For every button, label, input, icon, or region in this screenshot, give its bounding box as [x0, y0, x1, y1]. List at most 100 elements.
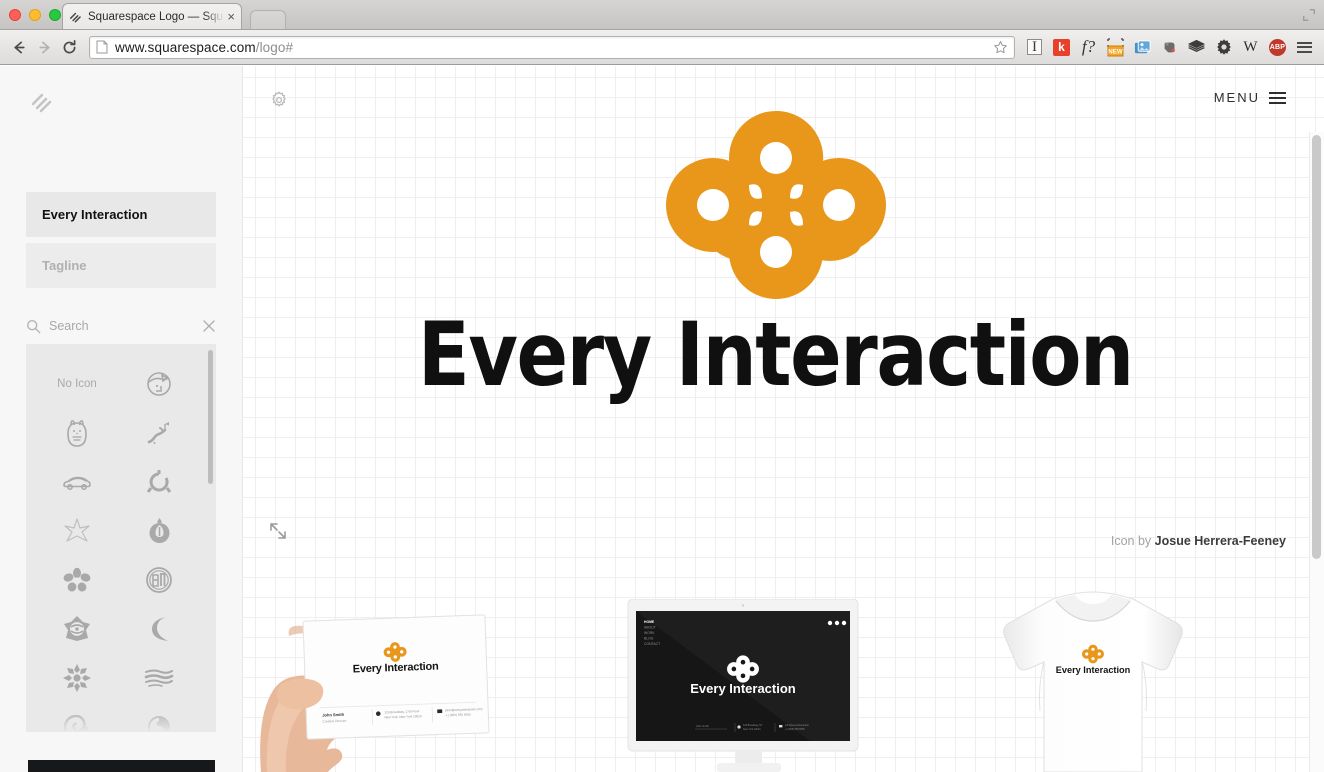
page-scrollbar-thumb[interactable] [1312, 135, 1321, 559]
four-ring-cluster-icon[interactable] [651, 111, 901, 299]
monitor-mockup[interactable]: HOME ABOUT WORK BLOG CONTACT Every Inter… [623, 598, 873, 772]
svg-text:123 Broadway, NY: 123 Broadway, NY [743, 724, 763, 727]
url-path: /logo# [255, 39, 294, 55]
no-icon-option[interactable]: No Icon [36, 370, 118, 397]
screen-nav-contact: CONTACT [644, 642, 660, 646]
clear-search-icon[interactable] [202, 319, 216, 333]
screenshot-camera-icon: NEW [1105, 37, 1126, 57]
fontface-ninja-extension-button[interactable]: f? [1076, 35, 1101, 60]
icon-option-flower-clover[interactable] [36, 566, 118, 593]
url-domain: www.squarespace.com [115, 39, 256, 55]
gear-icon [1216, 39, 1231, 55]
svg-text:john@everyinteraction: john@everyinteraction [784, 724, 809, 727]
icon-option-kanji-circle[interactable] [118, 566, 200, 593]
icon-option-totoro[interactable] [36, 419, 118, 447]
url-text: www.squarespace.com/logo# [115, 40, 293, 55]
icon-option-star-burst[interactable] [36, 517, 118, 544]
spiral-shell-icon [63, 714, 89, 732]
page-scrollbar-track[interactable] [1309, 132, 1324, 772]
mockup-row: Every Interaction John Smith Creative Di… [243, 589, 1308, 772]
credit-prefix: Icon by [1110, 534, 1152, 548]
menu-button[interactable]: MENU [1214, 90, 1286, 105]
screen-nav-home: HOME [644, 620, 655, 624]
browser-tab[interactable]: Squarespace Logo — Squa × [62, 3, 242, 29]
pocket-images-icon [1134, 39, 1151, 53]
instapaper-extension-button[interactable]: I [1022, 35, 1047, 60]
reload-button[interactable] [57, 35, 82, 60]
awesome-screenshot-extension-button[interactable]: NEW [1103, 35, 1128, 60]
logo-wordmark[interactable]: Every Interaction [418, 311, 1134, 399]
car-icon [63, 476, 91, 490]
logo-preview: Every Interaction [243, 111, 1308, 399]
restore-window-icon[interactable] [1302, 8, 1316, 22]
icon-option-roundabout[interactable] [118, 468, 200, 495]
save-logo-button[interactable]: SAVE LOGO [28, 760, 215, 772]
maximize-window-button[interactable] [49, 9, 61, 21]
icon-search-row: Search [26, 314, 216, 338]
icon-option-face[interactable] [118, 370, 200, 397]
flower-clover-icon [63, 567, 91, 592]
search-icon [26, 319, 41, 333]
adblock-plus-extension-button[interactable]: ABP [1265, 35, 1290, 60]
back-button[interactable] [7, 35, 32, 60]
close-tab-button[interactable]: × [227, 10, 235, 23]
waves-icon [144, 669, 174, 687]
page-document-icon [96, 40, 108, 54]
icon-option-crescent-moon[interactable] [118, 615, 200, 642]
tshirt-mockup[interactable]: Every Interaction [943, 591, 1243, 772]
icon-option-circle-swirl[interactable] [118, 713, 200, 732]
icon-option-spiral-shell[interactable] [36, 713, 118, 732]
buffer-layers-icon [1187, 39, 1206, 52]
svg-text:NEW: NEW [1108, 49, 1123, 56]
screen-nav-blog: BLOG [644, 637, 654, 641]
credit-author[interactable]: Josue Herrera-Feeney [1155, 534, 1286, 548]
no-icon-face-icon [147, 371, 171, 396]
no-icon-label: No Icon [57, 377, 97, 390]
tagline-input[interactable]: Tagline [26, 243, 216, 288]
svg-text:+1 (555) 555 5555: +1 (555) 555 5555 [785, 728, 805, 731]
icon-option-japan-map[interactable] [118, 419, 200, 446]
close-window-button[interactable] [9, 9, 21, 21]
address-bar[interactable]: www.squarespace.com/logo# [89, 35, 1015, 59]
new-tab-button[interactable] [250, 10, 286, 29]
icon-option-car[interactable] [36, 468, 118, 495]
chrome-menu-button[interactable] [1292, 35, 1317, 60]
tagline-placeholder: Tagline [42, 258, 87, 273]
evernote-extension-button[interactable] [1157, 35, 1182, 60]
totoro-icon [67, 419, 87, 447]
evernote-elephant-icon [1164, 42, 1175, 53]
card-contact-name: John Smith [322, 712, 344, 718]
icon-option-waves[interactable] [118, 664, 200, 691]
logo-name-value: Every Interaction [42, 207, 148, 222]
screen-nav-about: ABOUT [644, 626, 656, 630]
squarespace-favicon-icon [69, 12, 81, 22]
settings-extension-button[interactable] [1211, 35, 1236, 60]
canvas-settings-gear-icon[interactable] [269, 90, 289, 110]
business-card-mockup[interactable]: Every Interaction John Smith Creative Di… [253, 592, 613, 772]
icon-option-crest-emblem[interactable] [36, 615, 118, 642]
pocket-extension-button[interactable] [1130, 35, 1155, 60]
shirt-wordmark: Every Interaction [1056, 665, 1131, 675]
wikipedia-extension-button[interactable]: W [1238, 35, 1263, 60]
screen-nav-work: WORK [644, 631, 655, 635]
crescent-moon-icon [152, 616, 168, 641]
forward-button[interactable] [32, 35, 57, 60]
bookmark-star-icon[interactable] [993, 40, 1008, 55]
icon-credit: Icon by Josue Herrera-Feeney [1111, 534, 1286, 548]
search-input[interactable]: Search [49, 319, 202, 333]
extension-toolbar: I k f? NEW W ABP [1022, 35, 1317, 60]
screen-wordmark: Every Interaction [690, 681, 796, 696]
icon-option-tulip-crest[interactable] [118, 517, 200, 544]
buffer-extension-button[interactable] [1184, 35, 1209, 60]
svg-text:John Smith: John Smith [696, 724, 710, 728]
squarespace-logo-icon[interactable] [30, 89, 56, 115]
browser-window: Squarespace Logo — Squa × www.squarespac… [0, 0, 1324, 772]
minimize-window-button[interactable] [29, 9, 41, 21]
kippt-extension-button[interactable]: k [1049, 35, 1074, 60]
icon-grid-scrollbar[interactable] [208, 350, 213, 484]
icon-option-snowflake[interactable] [36, 663, 118, 692]
window-controls [9, 9, 61, 21]
expand-arrows-icon[interactable] [268, 521, 288, 541]
svg-text:New York 10013: New York 10013 [743, 728, 761, 731]
logo-name-input[interactable]: Every Interaction [26, 192, 216, 237]
